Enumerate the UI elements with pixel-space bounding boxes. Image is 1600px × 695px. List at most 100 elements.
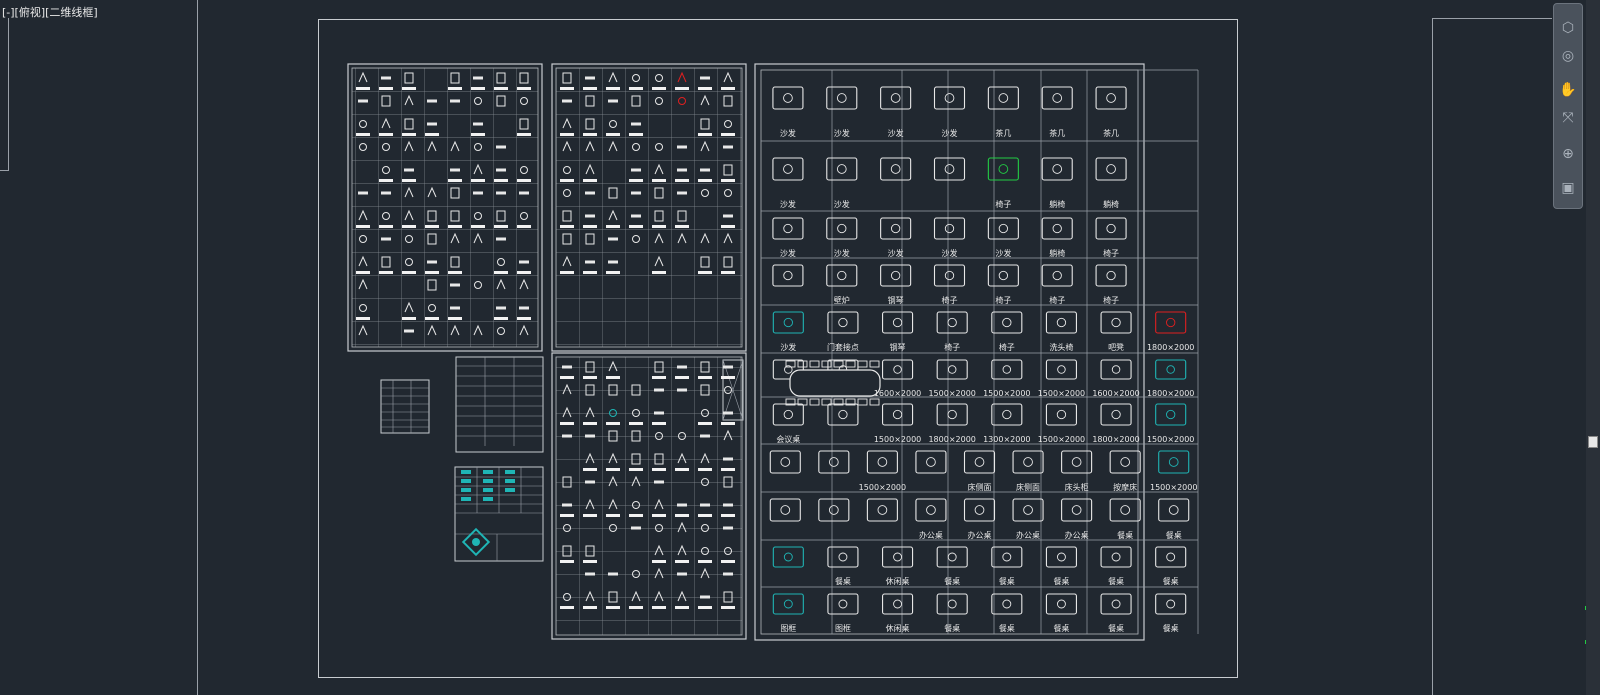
furniture-symbol-detail	[998, 164, 1009, 174]
symbol-label-bar	[560, 606, 574, 609]
showmotion-icon[interactable]: ▣	[1558, 178, 1578, 198]
symbol-label-bar	[698, 271, 712, 274]
furniture-symbol	[1012, 498, 1044, 522]
furniture-symbol-detail	[877, 457, 888, 467]
conference-table-symbol	[785, 360, 881, 406]
drawing-symbol	[723, 145, 733, 149]
furniture-symbol	[1095, 86, 1127, 110]
furniture-symbol-detail	[783, 317, 793, 328]
symbol-label-bar	[517, 87, 531, 90]
furniture-symbol-detail	[892, 409, 903, 420]
furniture-symbol-detail	[1120, 457, 1131, 467]
furniture-label: 躺椅	[1103, 199, 1119, 209]
furniture-symbol-detail	[1106, 93, 1116, 103]
drawing-symbol	[677, 145, 687, 149]
furniture-symbol-detail	[1071, 505, 1082, 515]
symbol-label-bar	[471, 87, 485, 90]
zoom-icon[interactable]: ⤧	[1558, 108, 1578, 128]
drawing-symbol	[631, 122, 641, 126]
drawing-symbol	[496, 145, 506, 149]
furniture-symbol-detail	[783, 93, 793, 103]
symbol-label-bar	[583, 87, 597, 90]
furniture-symbol	[1158, 450, 1190, 474]
symbol-label-bar	[652, 468, 666, 471]
furniture-label: 图框	[780, 623, 796, 633]
furniture-symbol	[882, 403, 914, 426]
drawing-symbol	[654, 411, 664, 415]
furniture-symbol-detail	[892, 317, 903, 328]
vertical-scrollbar-thumb[interactable]	[1588, 436, 1598, 448]
drawing-symbol	[358, 99, 368, 103]
furniture-symbol-detail	[1168, 457, 1179, 467]
drawing-canvas[interactable]: 沙发 沙发 沙发 沙发 茶几 茶几 茶几沙发 沙发 椅子 躺椅 躺椅沙发 沙发 沙发 沙发 沙发 躺椅 椅子壁炉…	[0, 0, 1600, 695]
furniture-label: 餐桌	[1117, 530, 1133, 540]
drawing-symbol	[631, 168, 641, 172]
furniture-label: 椅子	[995, 199, 1011, 209]
drawing-symbol	[562, 503, 572, 507]
navigation-bar[interactable]: ⬡ ◎ ✋ ⤧ ⊕ ▣	[1553, 3, 1583, 209]
symbol-label-bar	[402, 87, 416, 90]
pan-hand-icon[interactable]: ✋	[1558, 80, 1578, 100]
symbol-label-bar	[606, 225, 620, 228]
symbol-label-bar	[517, 225, 531, 228]
symbol-label-bar	[675, 560, 689, 563]
furniture-symbol-detail	[836, 164, 847, 174]
furniture-label: 会议桌	[776, 434, 800, 444]
furniture-symbol-detail	[1106, 164, 1116, 174]
drawing-symbol	[585, 76, 595, 80]
furniture-symbol	[772, 546, 804, 568]
cube-icon[interactable]: ⬡	[1558, 18, 1578, 38]
symbol-label-bar	[675, 87, 689, 90]
furniture-label: 沙发	[888, 128, 904, 138]
furniture-symbol-detail	[926, 505, 936, 515]
symbol-label-bar	[721, 422, 735, 425]
orbit-icon[interactable]: ⊕	[1558, 144, 1578, 164]
furniture-symbol	[1041, 264, 1073, 287]
legend-table-medium	[455, 356, 544, 453]
furniture-symbol-detail	[1166, 599, 1176, 609]
symbol-label-bar	[721, 225, 735, 228]
furniture-symbol-detail	[1111, 552, 1121, 562]
furniture-symbol	[880, 86, 912, 110]
furniture-label: 1800×2000	[1147, 343, 1194, 352]
drawing-symbol	[404, 168, 414, 172]
symbol-label-bar	[560, 422, 574, 425]
furniture-label: 躺椅	[1049, 199, 1065, 209]
symbol-label-bar	[471, 133, 485, 136]
furniture-symbol-detail	[1052, 223, 1062, 234]
drawing-symbol	[631, 526, 641, 530]
furniture-symbol	[826, 157, 858, 181]
furniture-label: 1500×2000	[928, 389, 975, 398]
furniture-label: 办公桌	[1016, 530, 1040, 540]
drawing-symbol	[585, 260, 595, 264]
furniture-symbol	[1045, 593, 1077, 615]
symbol-label-bar	[448, 317, 462, 320]
furniture-symbol	[991, 359, 1023, 380]
symbol-label-bar	[448, 179, 462, 182]
symbol-label-bar	[560, 514, 574, 517]
symbol-label-bar	[402, 133, 416, 136]
symbol-label-bar	[471, 179, 485, 182]
symbol-label-bar	[698, 87, 712, 90]
symbol-label-bar	[560, 271, 574, 274]
furniture-label: 沙发	[780, 342, 796, 352]
furniture-symbol-detail	[783, 270, 793, 281]
furniture-symbol-detail	[1052, 93, 1063, 103]
drawing-symbol	[450, 306, 460, 310]
furniture-symbol	[772, 217, 804, 240]
furniture-symbol-detail	[1002, 317, 1012, 328]
vertical-scrollbar[interactable]	[1586, 0, 1600, 695]
furniture-symbol	[936, 546, 968, 568]
furniture-label: 茶几	[1049, 128, 1065, 138]
furniture-label: 餐桌	[1053, 623, 1069, 633]
drawing-symbol	[723, 572, 733, 576]
symbol-label-bar	[652, 606, 666, 609]
furniture-symbol-detail	[783, 599, 793, 609]
symbol-label-bar	[606, 271, 620, 274]
furniture-symbol	[826, 86, 858, 110]
symbol-label-bar	[471, 225, 485, 228]
steering-wheel-icon[interactable]: ◎	[1558, 46, 1578, 66]
furniture-symbol-detail	[836, 93, 847, 103]
drawing-symbol	[427, 99, 437, 103]
furniture-symbol	[963, 498, 996, 522]
